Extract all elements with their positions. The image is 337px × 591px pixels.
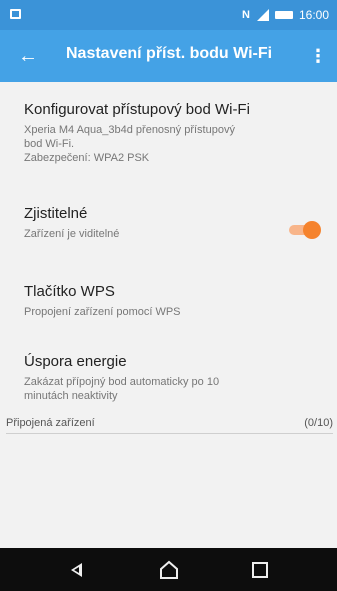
connected-devices-count: (0/10)	[304, 417, 333, 429]
wps-title: Tlačítko WPS	[24, 283, 115, 300]
power-saving-title: Úspora energie	[24, 353, 127, 370]
back-button[interactable]: ←	[8, 36, 48, 76]
status-time: 16:00	[298, 8, 329, 22]
configure-hotspot-summary: Xperia M4 Aqua_3b4d přenosný přístupový …	[24, 123, 323, 165]
nav-back-icon[interactable]	[66, 558, 90, 582]
navigation-bar	[0, 548, 337, 591]
configure-hotspot-title: Konfigurovat přístupový bod Wi-Fi	[24, 101, 250, 118]
configure-summary-line2: bod Wi-Fi.	[24, 138, 75, 150]
toggle-thumb	[303, 221, 321, 239]
status-bar: N 16:00	[0, 0, 337, 30]
section-divider	[6, 433, 333, 434]
nav-home-icon[interactable]	[157, 558, 181, 582]
wps-button-item[interactable]: Tlačítko WPS Propojení zařízení pomocí W…	[24, 282, 323, 319]
page-title: Nastavení příst. bodu Wi-Fi	[66, 45, 273, 62]
arrow-back-icon: ←	[18, 45, 38, 67]
discoverable-item[interactable]: Zjistitelné Zařízení je viditelné	[24, 204, 267, 241]
nfc-icon: N	[242, 9, 250, 21]
settings-list: Konfigurovat přístupový bod Wi-Fi Xperia…	[0, 82, 337, 548]
signal-icon	[255, 9, 269, 21]
discoverable-toggle[interactable]	[287, 220, 321, 240]
notification-icon	[10, 9, 21, 19]
wps-summary: Propojení zařízení pomocí WPS	[24, 306, 181, 318]
power-saving-summary: Zakázat přípojný bod automaticky po 10 m…	[24, 375, 323, 403]
nav-recents-icon[interactable]	[248, 558, 272, 582]
app-bar: ← Nastavení příst. bodu Wi-Fi ⋮	[0, 30, 337, 82]
discoverable-title: Zjistitelné	[24, 205, 88, 222]
battery-icon	[274, 11, 293, 19]
power-saving-summary-line1: Zakázat přípojný bod automaticky po 10	[24, 376, 220, 388]
discoverable-summary: Zařízení je viditelné	[24, 228, 120, 240]
power-saving-item[interactable]: Úspora energie Zakázat přípojný bod auto…	[24, 352, 323, 403]
more-options-button[interactable]: ⋮	[303, 36, 333, 76]
connected-devices-header: Připojená zařízení (0/10)	[6, 417, 333, 429]
status-icons: N 16:00	[242, 7, 329, 23]
power-saving-summary-line2: minutách neaktivity	[24, 390, 118, 402]
more-vert-icon: ⋮	[309, 46, 327, 66]
connected-devices-label: Připojená zařízení	[6, 417, 95, 429]
configure-hotspot-item[interactable]: Konfigurovat přístupový bod Wi-Fi Xperia…	[24, 100, 323, 165]
configure-summary-line1: Xperia M4 Aqua_3b4d přenosný přístupový	[24, 124, 235, 136]
configure-summary-line3: Zabezpečení: WPA2 PSK	[24, 152, 150, 164]
